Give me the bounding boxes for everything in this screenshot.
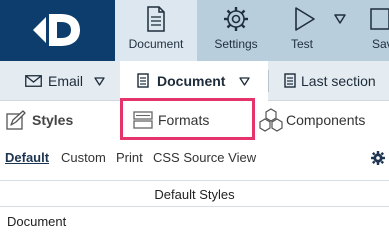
toolbar-save-label: Sav (372, 37, 389, 51)
toolbar-test-label: Test (290, 37, 313, 51)
caret-down-icon (94, 77, 105, 86)
logo-icon (33, 14, 80, 46)
view-css-source-link[interactable]: CSS Source View (153, 150, 256, 165)
subtab-styles-label: Styles (32, 112, 74, 128)
view-custom-link[interactable]: Custom (61, 150, 106, 165)
document-icon (284, 73, 296, 88)
toolbar-test-dropdown[interactable] (330, 0, 350, 61)
tab-email[interactable]: Email (0, 61, 119, 101)
toolbar-settings-button[interactable]: Settings (197, 0, 275, 61)
tab-email-label: Email (48, 73, 84, 89)
toolbar-test-button[interactable]: Test (275, 0, 337, 61)
subtab-components-label: Components (286, 112, 366, 128)
gear-icon (224, 7, 248, 31)
tab-last-section-label: Last section (301, 73, 376, 89)
document-icon (137, 73, 149, 88)
play-icon (295, 7, 315, 31)
default-styles-title: Default Styles (154, 187, 235, 202)
view-print-link[interactable]: Print (116, 150, 143, 165)
toolbar-document-label: Document (128, 37, 184, 51)
view-default-link[interactable]: Default (5, 150, 49, 165)
style-view-links: Default Custom Print CSS Source View (0, 143, 389, 173)
save-icon (370, 8, 389, 30)
caret-down-icon (239, 77, 250, 86)
envelope-icon (25, 75, 42, 87)
list-item[interactable]: Document (0, 208, 389, 236)
top-toolbar: Document Settings Test Sav (0, 0, 389, 61)
subtab-styles[interactable]: Styles (0, 101, 118, 140)
document-icon (147, 6, 165, 32)
settings-gear-icon[interactable] (371, 151, 385, 165)
hexagons-icon (259, 108, 283, 132)
subtab-components[interactable]: Components (255, 101, 389, 140)
list-item-label: Document (7, 214, 67, 229)
toolbar-save-button[interactable]: Sav (357, 0, 389, 61)
section-tab-bar: Email Document Last section (0, 61, 389, 101)
caret-down-icon (334, 14, 346, 24)
tab-document[interactable]: Document (120, 61, 268, 101)
toolbar-settings-label: Settings (214, 37, 258, 51)
pencil-icon (6, 110, 26, 130)
tab-document-label: Document (157, 73, 226, 89)
toolbar-document-button[interactable]: Document (115, 0, 197, 61)
tab-last-section[interactable]: Last section (269, 61, 389, 101)
formats-highlight-box (120, 98, 255, 140)
app-logo (0, 0, 115, 61)
default-styles-header: Default Styles (0, 180, 389, 207)
